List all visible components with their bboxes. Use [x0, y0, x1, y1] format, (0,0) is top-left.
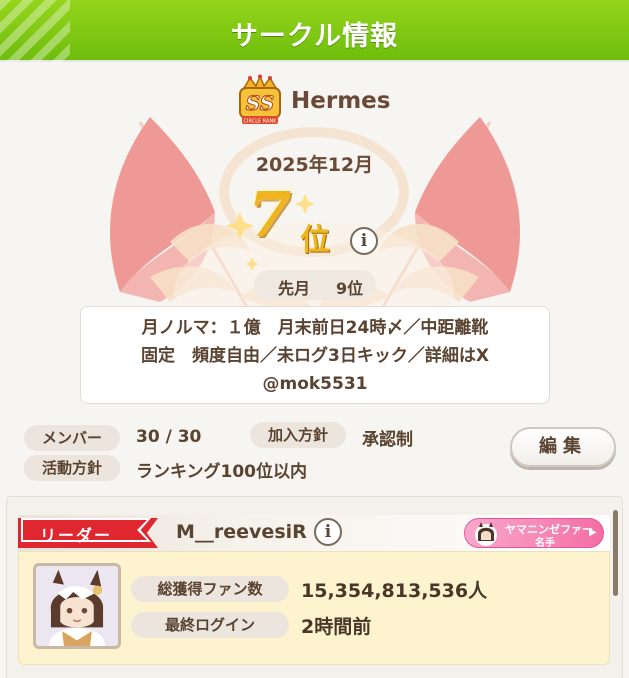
previous-month-value: 9位: [336, 279, 364, 298]
circle-rank-number: 7: [248, 178, 292, 251]
circle-notice: 月ノルマ：１億 月末前日24時〆／中距離靴 固定 頻度自由／未ログ3日キック／詳…: [80, 306, 550, 404]
member-card-leader[interactable]: リーダー M__reevesiR i ヤマニンゼファー 名手 ▶ 総獲得ファン数…: [18, 515, 610, 665]
activity-policy-label: 活動方針: [24, 455, 120, 481]
horse-girl-icon: [475, 522, 497, 546]
last-login-value: 2時間前: [301, 616, 372, 638]
circle-name: Hermes: [291, 88, 391, 114]
character-avatar[interactable]: [33, 563, 121, 649]
leader-name: M__reevesiR: [176, 521, 307, 543]
member-card-header: リーダー M__reevesiR i ヤマニンゼファー 名手 ▶: [18, 515, 610, 551]
chevron-right-icon: ▶: [589, 527, 597, 538]
fans-label: 総獲得ファン数: [131, 576, 289, 602]
character-avatar-image: [36, 566, 118, 646]
trainer-title-badge[interactable]: ヤマニンゼファー 名手 ▶: [464, 518, 604, 549]
leader-role-label: リーダー: [40, 526, 113, 545]
circle-rank-suffix: 位: [300, 223, 330, 258]
page-title: サークル情報: [230, 21, 399, 52]
edit-button[interactable]: 編集: [510, 427, 616, 467]
trainer-badge-rank: 名手: [535, 538, 555, 549]
notice-line: @mok5531: [262, 374, 368, 394]
rank-badge-text: SS: [246, 91, 274, 115]
notice-line: 月ノルマ：１億 月末前日24時〆／中距離靴: [141, 318, 489, 338]
rank-badge-caption: CIRCLE RANK: [244, 119, 278, 125]
previous-month-label: 先月: [278, 279, 311, 298]
rank-info-icon[interactable]: i: [350, 227, 378, 255]
member-card-body: 総獲得ファン数 15,354,813,536人 最終ログイン 2時間前: [18, 551, 610, 665]
notice-line: 固定 頻度自由／未ログ3日キック／詳細はX: [141, 346, 489, 366]
crown-badge-icon: SS CIRCLE RANK: [239, 74, 281, 125]
activity-policy-value: ランキング100位以内: [136, 462, 307, 482]
last-login-label: 最終ログイン: [131, 612, 289, 638]
join-policy-value: 承認制: [362, 430, 413, 450]
member-info-icon[interactable]: i: [314, 518, 342, 546]
previous-month-rank: 先月 9位: [254, 270, 376, 300]
join-policy-label: 加入方針: [250, 422, 346, 448]
members-value: 30 / 30: [136, 427, 202, 447]
header-bar: サークル情報: [0, 0, 629, 62]
members-label: メンバー: [24, 425, 120, 451]
member-list-scrollbar[interactable]: [613, 510, 618, 596]
fans-value: 15,354,813,536人: [301, 580, 488, 602]
ranking-month: 2025年12月: [255, 154, 374, 176]
